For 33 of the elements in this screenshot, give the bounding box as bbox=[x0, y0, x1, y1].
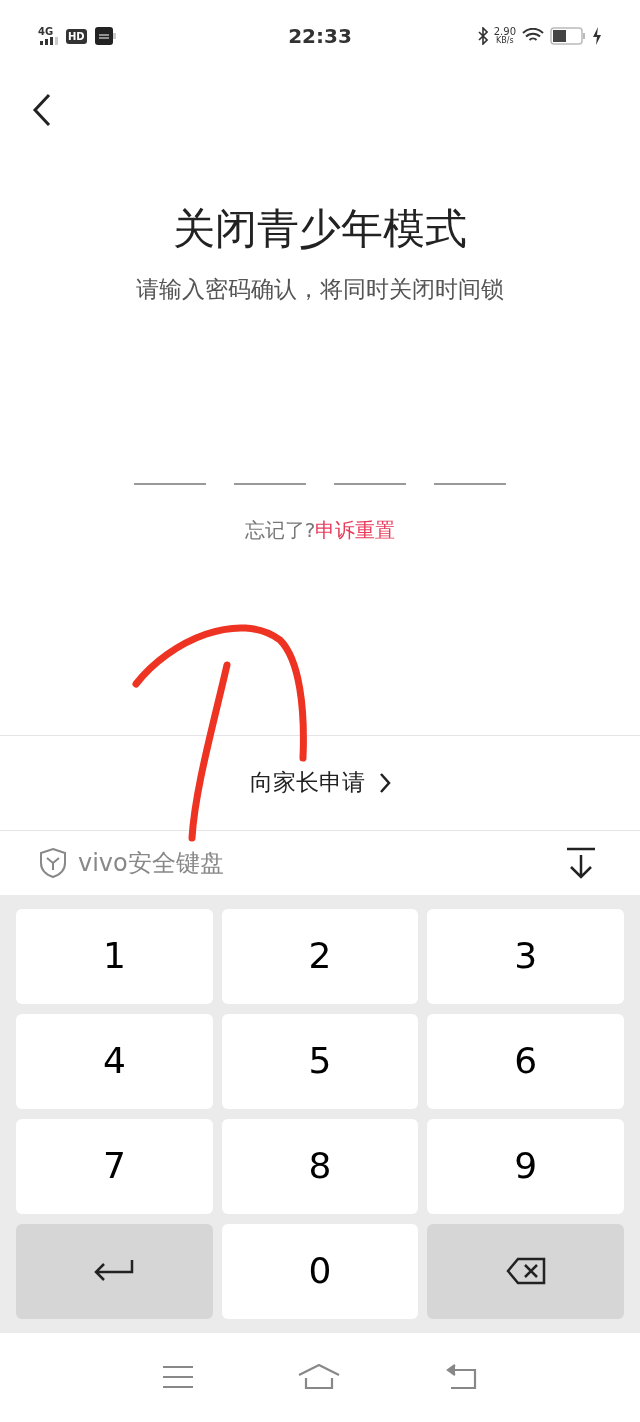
digit-key[interactable]: 3 bbox=[427, 908, 624, 1004]
network-type: 4G bbox=[38, 27, 54, 37]
digit-key[interactable]: 0 bbox=[221, 1223, 419, 1319]
menu-button[interactable] bbox=[162, 1365, 193, 1390]
forgot-text: 忘记了? bbox=[244, 517, 316, 542]
appeal-reset-link[interactable]: 申诉重置 bbox=[315, 517, 396, 542]
speed-unit: KB/s bbox=[496, 37, 514, 45]
home-button[interactable] bbox=[298, 1364, 340, 1391]
digit-key[interactable]: 9 bbox=[427, 1118, 624, 1214]
digit-key[interactable]: 6 bbox=[427, 1013, 624, 1109]
bluetooth-icon bbox=[477, 27, 488, 45]
digit-key[interactable]: 1 bbox=[16, 908, 213, 1004]
shield-icon bbox=[38, 846, 68, 879]
backspace-icon bbox=[505, 1257, 546, 1285]
app-icon bbox=[94, 27, 117, 45]
clock: 22:33 bbox=[287, 23, 353, 50]
page-subtitle: 请输入密码确认，将同时关闭时间锁 bbox=[135, 275, 505, 304]
digit-key[interactable]: 8 bbox=[221, 1118, 419, 1214]
page-title: 关闭青少年模式 bbox=[172, 208, 468, 250]
digit-key[interactable]: 4 bbox=[16, 1013, 213, 1109]
digit-key[interactable]: 5 bbox=[221, 1013, 419, 1109]
parent-request-button[interactable]: 向家长申请 bbox=[249, 765, 391, 800]
battery-icon bbox=[550, 27, 586, 45]
digit-key[interactable]: 2 bbox=[221, 908, 419, 1004]
speed-value: 2.90 bbox=[493, 27, 516, 37]
signal-icon bbox=[38, 37, 58, 45]
chevron-right-icon bbox=[378, 771, 391, 794]
charging-icon bbox=[592, 27, 602, 45]
back-nav-button[interactable] bbox=[445, 1364, 478, 1391]
digit-key[interactable]: 7 bbox=[16, 1118, 213, 1214]
keyboard-title: vivo安全键盘 bbox=[78, 847, 225, 879]
collapse-keyboard-button[interactable] bbox=[566, 846, 596, 879]
hd-badge: HD bbox=[66, 28, 87, 44]
